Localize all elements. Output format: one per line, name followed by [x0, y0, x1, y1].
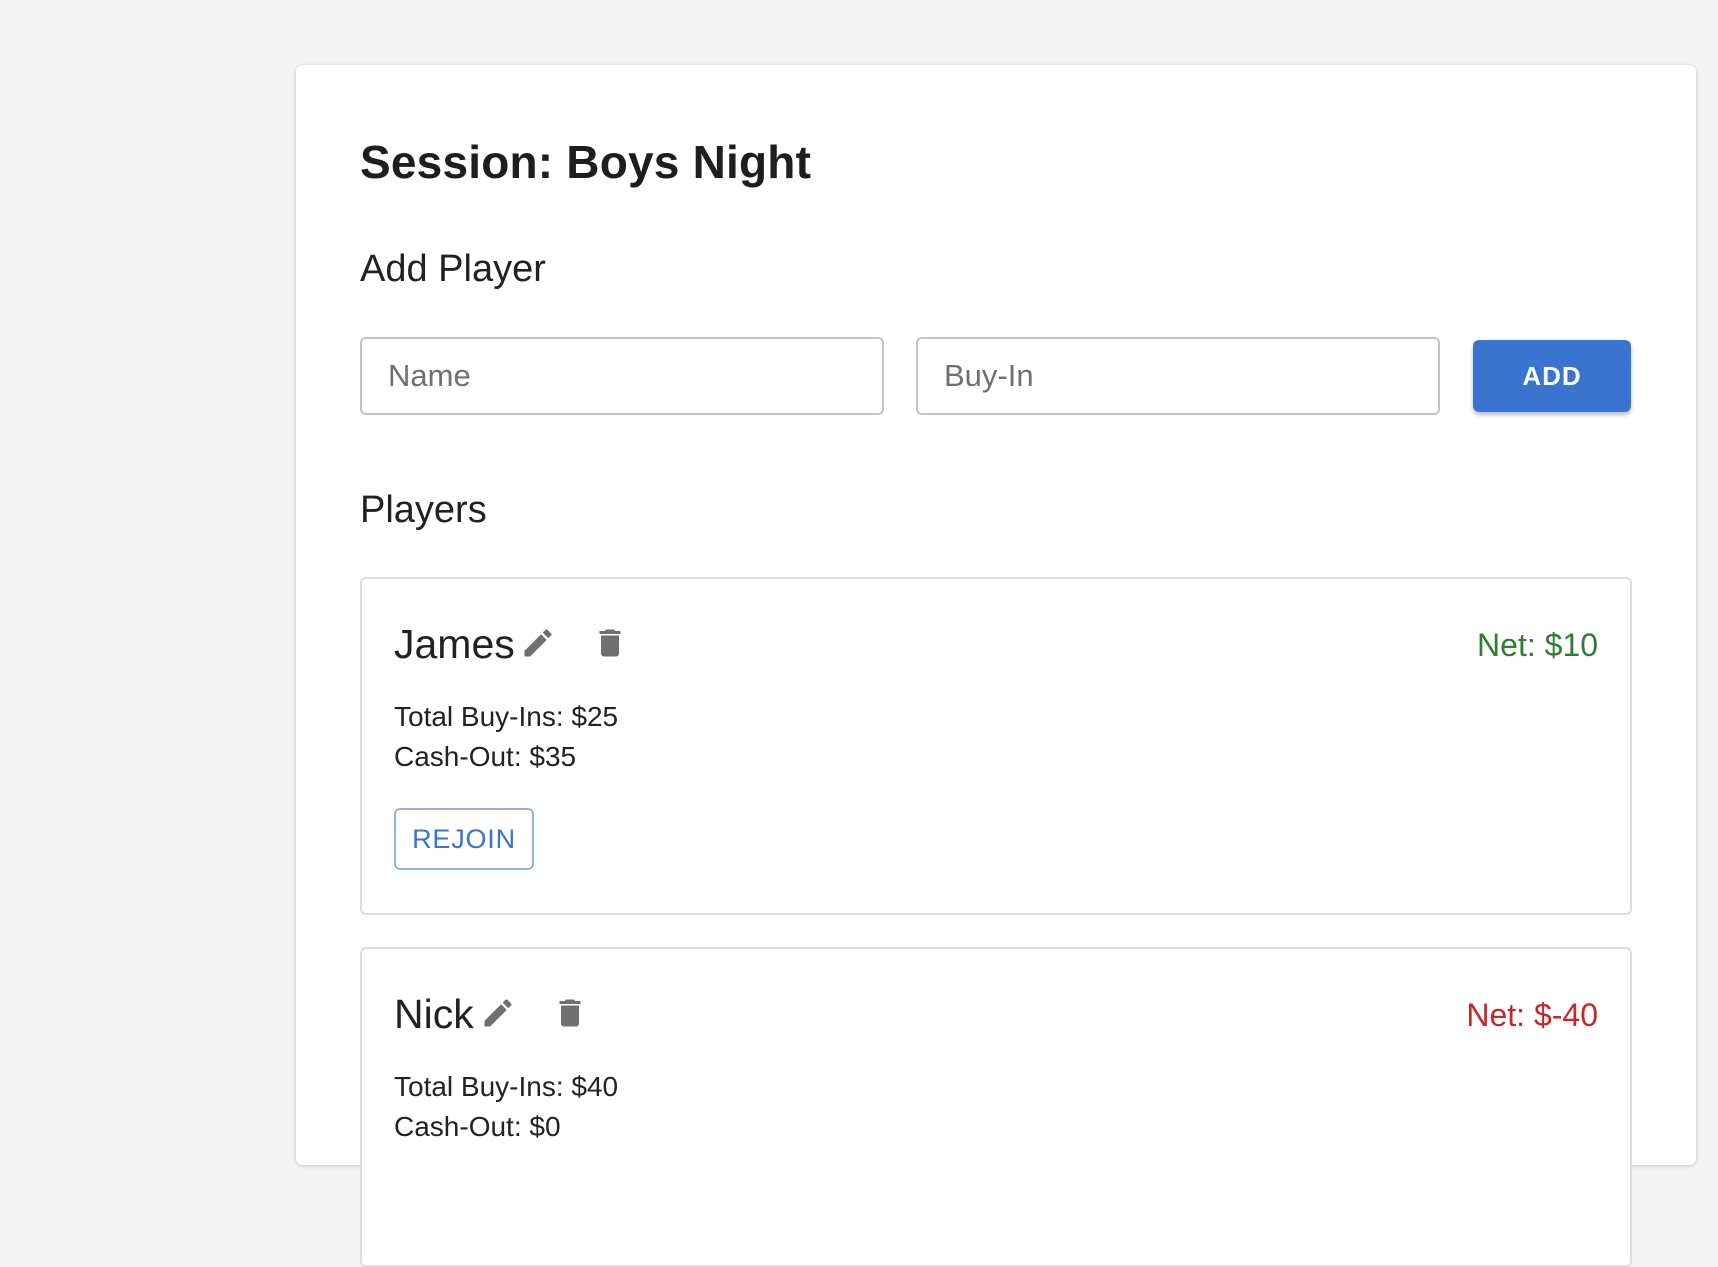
trash-icon[interactable]	[590, 623, 630, 663]
player-card-james: James Net: $10 Total Buy-Ins: $25 Cash-O…	[360, 577, 1632, 915]
session-card: Session: Boys Night Add Player ADD Playe…	[296, 65, 1696, 1267]
buyin-input[interactable]	[916, 337, 1440, 415]
pencil-icon[interactable]	[478, 993, 518, 1033]
net-amount: Net: $-40	[1466, 997, 1598, 1033]
player-name: Nick	[394, 991, 474, 1037]
add-player-button[interactable]: ADD	[1473, 340, 1631, 412]
net-amount: Net: $10	[1477, 627, 1598, 663]
page-title: Session: Boys Night	[360, 136, 812, 188]
rejoin-button[interactable]: REJOIN	[394, 808, 534, 870]
add-player-heading: Add Player	[360, 248, 546, 290]
total-buyins: Total Buy-Ins: $40	[394, 1071, 619, 1102]
total-buyins: Total Buy-Ins: $25	[394, 701, 619, 732]
players-heading: Players	[360, 489, 487, 531]
cash-out: Cash-Out: $35	[394, 741, 577, 772]
player-name-input[interactable]	[360, 337, 884, 415]
player-card-nick: Nick Net: $-40 Total Buy-Ins: $40 Cash-O…	[360, 947, 1632, 1267]
trash-icon[interactable]	[550, 993, 590, 1033]
player-name: James	[394, 621, 515, 667]
pencil-icon[interactable]	[518, 623, 558, 663]
